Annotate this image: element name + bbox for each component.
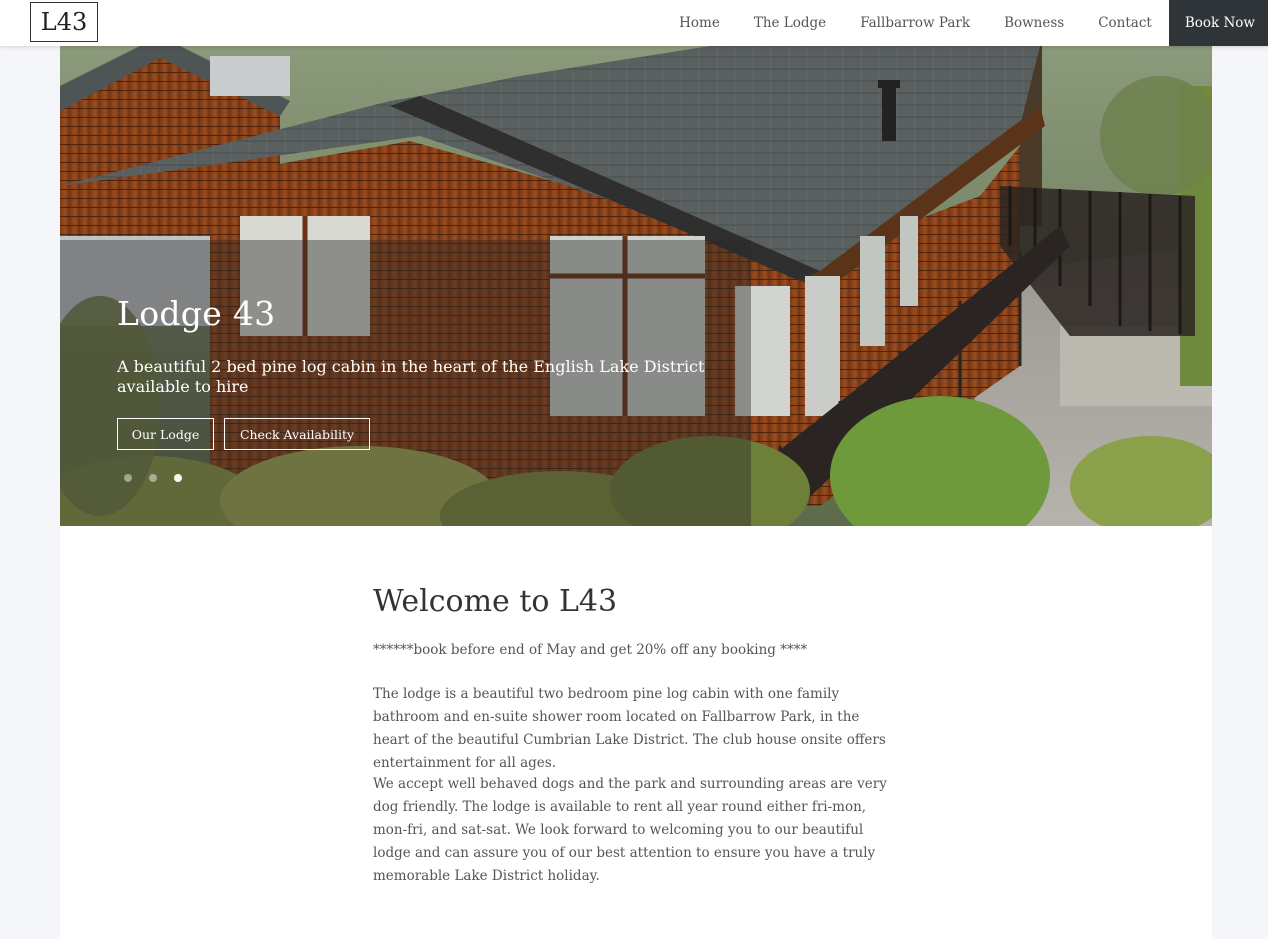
site-header: L43 Home The Lodge Fallbarrow Park Bowne… <box>0 0 1268 46</box>
carousel-dot-1[interactable] <box>124 474 132 482</box>
hero-title: Lodge 43 <box>117 294 276 333</box>
our-lodge-button[interactable]: Our Lodge <box>117 418 214 450</box>
carousel-indicators <box>124 474 182 482</box>
site-logo[interactable]: L43 <box>30 2 98 42</box>
welcome-section: Welcome to L43 ******book before end of … <box>60 526 1212 939</box>
main-nav: Home The Lodge Fallbarrow Park Bowness C… <box>662 0 1268 46</box>
promo-text: ******book before end of May and get 20%… <box>373 642 808 658</box>
nav-contact[interactable]: Contact <box>1081 0 1169 46</box>
hero-subtitle: A beautiful 2 bed pine log cabin in the … <box>117 357 705 396</box>
welcome-heading: Welcome to L43 <box>373 584 618 619</box>
dogs-paragraph: We accept well behaved dogs and the park… <box>373 776 887 884</box>
check-availability-button[interactable]: Check Availability <box>224 418 370 450</box>
book-now-button[interactable]: Book Now <box>1168 0 1268 46</box>
nav-bowness[interactable]: Bowness <box>987 0 1081 46</box>
carousel-dot-2[interactable] <box>149 474 157 482</box>
intro-paragraph: The lodge is a beautiful two bedroom pin… <box>373 686 886 771</box>
carousel-dot-3[interactable] <box>174 474 182 482</box>
nav-fallbarrow-park[interactable]: Fallbarrow Park <box>843 0 987 46</box>
nav-the-lodge[interactable]: The Lodge <box>737 0 843 46</box>
nav-home[interactable]: Home <box>662 0 737 46</box>
hero-carousel: Lodge 43 A beautiful 2 bed pine log cabi… <box>60 46 1212 526</box>
